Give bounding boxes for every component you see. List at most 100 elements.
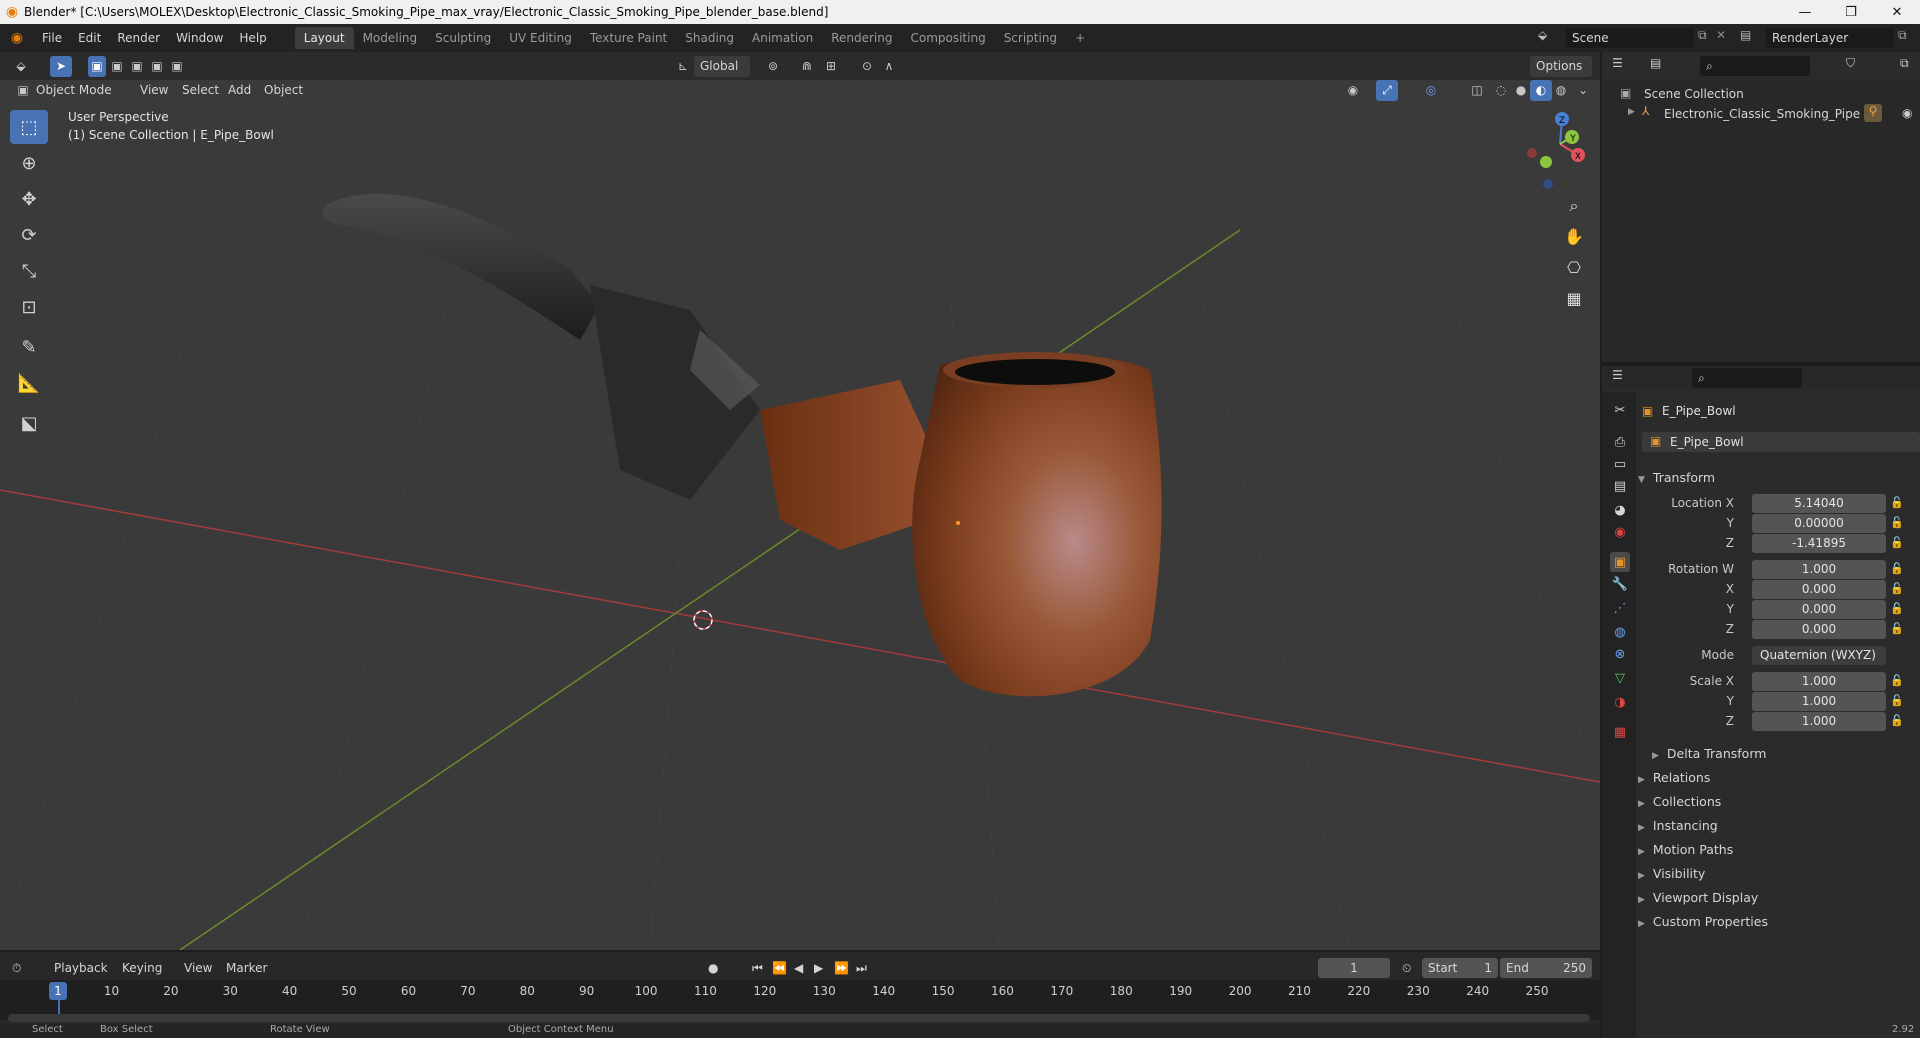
play-icon[interactable]: ▶ bbox=[814, 958, 823, 978]
select-mode-new-icon[interactable]: ▣ bbox=[88, 56, 106, 77]
workspace-tab-scripting[interactable]: Scripting bbox=[995, 27, 1066, 49]
menu-object[interactable]: Object bbox=[258, 80, 309, 101]
visibility-eye-icon[interactable]: ◉ bbox=[1902, 106, 1912, 120]
select-mode-intersect-icon[interactable]: ▣ bbox=[168, 56, 186, 77]
workspace-tab-compositing[interactable]: Compositing bbox=[901, 27, 994, 49]
location-y-field[interactable]: 0.00000 bbox=[1752, 514, 1886, 533]
collections-panel-header[interactable]: ▶ Collections bbox=[1638, 794, 1721, 809]
menu-playback[interactable]: Playback bbox=[54, 958, 108, 978]
custom-properties-panel-header[interactable]: ▶ Custom Properties bbox=[1638, 914, 1768, 929]
outliner-search-input[interactable]: ⌕ bbox=[1700, 56, 1810, 76]
start-frame-field[interactable]: Start 1 bbox=[1422, 958, 1498, 978]
menu-marker[interactable]: Marker bbox=[226, 958, 267, 978]
lock-icon[interactable]: 🔓 bbox=[1890, 496, 1904, 509]
scene-collection-label[interactable]: Scene Collection bbox=[1644, 87, 1744, 101]
jump-keyframe-forward-icon[interactable]: ⏩ bbox=[834, 958, 849, 978]
3d-viewport[interactable]: X Y Z User Perspective (1) Scene Collect… bbox=[0, 80, 1600, 950]
menu-edit[interactable]: Edit bbox=[70, 27, 109, 49]
snap-icon[interactable]: ⋒ bbox=[796, 56, 818, 77]
zoom-icon[interactable]: ⌕ bbox=[1561, 193, 1587, 219]
select-mode-extend-icon[interactable]: ▣ bbox=[108, 56, 126, 77]
select-mode-subtract-icon[interactable]: ▣ bbox=[128, 56, 146, 77]
render-tab-icon[interactable]: ⎙ bbox=[1610, 432, 1630, 452]
jump-start-icon[interactable]: ⏮ bbox=[752, 958, 763, 978]
viewport-display-panel-header[interactable]: ▶ Viewport Display bbox=[1638, 890, 1758, 905]
xray-toggle-icon[interactable]: ◫ bbox=[1466, 80, 1488, 101]
proportional-falloff-icon[interactable]: ∧ bbox=[878, 56, 900, 77]
lock-icon[interactable]: 🔓 bbox=[1890, 694, 1904, 707]
menu-window[interactable]: Window bbox=[168, 27, 231, 49]
menu-timeline-view[interactable]: View bbox=[184, 958, 212, 978]
transform-panel-header[interactable]: ▼ Transform bbox=[1638, 470, 1715, 485]
lock-icon[interactable]: 🔓 bbox=[1890, 536, 1904, 549]
overlays-toggle-icon[interactable]: ◎ bbox=[1420, 80, 1442, 101]
lock-icon[interactable]: 🔓 bbox=[1890, 622, 1904, 635]
scale-z-field[interactable]: 1.000 bbox=[1752, 712, 1886, 731]
workspace-tab-uv-editing[interactable]: UV Editing bbox=[500, 27, 581, 49]
menu-help[interactable]: Help bbox=[231, 27, 274, 49]
annotate-tool-icon[interactable]: ✎ bbox=[10, 330, 48, 364]
shading-options-icon[interactable]: ⌄ bbox=[1572, 80, 1594, 101]
scene-selector[interactable]: Scene bbox=[1566, 28, 1694, 48]
workspace-tab-animation[interactable]: Animation bbox=[743, 27, 822, 49]
jump-end-icon[interactable]: ⏭ bbox=[856, 958, 867, 978]
lock-icon[interactable]: 🔓 bbox=[1890, 582, 1904, 595]
snap-target-icon[interactable]: ⊞ bbox=[820, 56, 842, 77]
transform-orientation-dropdown[interactable]: Global bbox=[694, 56, 750, 77]
new-collection-icon[interactable]: ⧉ bbox=[1900, 56, 1909, 71]
object-mode-dropdown[interactable]: Object Mode bbox=[30, 80, 122, 101]
transform-tool-icon[interactable]: ⊡ bbox=[10, 290, 48, 324]
rotation-z-field[interactable]: 0.000 bbox=[1752, 620, 1886, 639]
display-mode-icon[interactable]: ▤ bbox=[1650, 56, 1661, 70]
delta-transform-panel-header[interactable]: ▶ Delta Transform bbox=[1652, 746, 1766, 761]
blender-menu-icon[interactable]: ◉ bbox=[0, 30, 34, 46]
cursor-tool-icon[interactable]: ⊕ bbox=[10, 146, 48, 180]
tool-tab-icon[interactable]: ✂ bbox=[1610, 400, 1630, 420]
solid-shading-icon[interactable]: ● bbox=[1510, 80, 1532, 101]
output-tab-icon[interactable]: ▭ bbox=[1610, 454, 1630, 474]
menu-add[interactable]: Add bbox=[222, 80, 257, 101]
lock-icon[interactable]: 🔓 bbox=[1890, 714, 1904, 727]
view-layer-tab-icon[interactable]: ▤ bbox=[1610, 476, 1630, 496]
scale-y-field[interactable]: 1.000 bbox=[1752, 692, 1886, 711]
location-x-field[interactable]: 5.14040 bbox=[1752, 494, 1886, 513]
navigation-gizmo[interactable]: X Y Z bbox=[1527, 112, 1585, 189]
instancing-panel-header[interactable]: ▶ Instancing bbox=[1638, 818, 1718, 833]
rotation-mode-dropdown[interactable]: Quaternion (WXYZ) bbox=[1752, 646, 1886, 665]
select-tool-icon[interactable]: ➤ bbox=[50, 56, 72, 77]
current-frame-field[interactable]: 1 bbox=[1318, 958, 1390, 978]
timeline-scrollbar[interactable] bbox=[8, 1014, 1590, 1022]
pivot-point-icon[interactable]: ⊚ bbox=[762, 56, 784, 77]
outliner-editor-type-icon[interactable]: ☰ bbox=[1612, 56, 1623, 70]
timeline-editor-type-icon[interactable]: ⏱ bbox=[12, 958, 21, 978]
render-layer-selector[interactable]: RenderLayer bbox=[1766, 28, 1894, 48]
scale-x-field[interactable]: 1.000 bbox=[1752, 672, 1886, 691]
workspace-tab-modeling[interactable]: Modeling bbox=[354, 27, 427, 49]
properties-search-input[interactable]: ⌕ bbox=[1692, 368, 1802, 388]
lock-icon[interactable]: 🔓 bbox=[1890, 516, 1904, 529]
material-preview-icon[interactable]: ◐ bbox=[1530, 80, 1552, 101]
visibility-filter-icon[interactable]: ◉ bbox=[1342, 80, 1364, 101]
pan-hand-icon[interactable]: ✋ bbox=[1561, 223, 1587, 249]
workspace-tab-sculpting[interactable]: Sculpting bbox=[426, 27, 500, 49]
add-workspace-button[interactable]: + bbox=[1066, 27, 1094, 49]
editor-type-icon[interactable]: ⬙ bbox=[10, 56, 32, 77]
select-box-tool-icon[interactable]: ⬚ bbox=[10, 110, 48, 144]
lock-icon[interactable]: 🔓 bbox=[1890, 602, 1904, 615]
delete-scene-icon[interactable]: ✕ bbox=[1716, 28, 1726, 42]
move-tool-icon[interactable]: ✥ bbox=[10, 182, 48, 216]
gizmo-toggle-icon[interactable]: ⤢ bbox=[1376, 80, 1398, 101]
workspace-tab-rendering[interactable]: Rendering bbox=[822, 27, 901, 49]
outliner-item-pipe[interactable]: Electronic_Classic_Smoking_Pipe bbox=[1664, 107, 1860, 121]
rendered-shading-icon[interactable]: ◍ bbox=[1550, 80, 1572, 101]
rotate-tool-icon[interactable]: ⟳ bbox=[10, 218, 48, 252]
object-name-field[interactable]: ▣ E_Pipe_Bowl bbox=[1642, 432, 1920, 452]
menu-keying[interactable]: Keying bbox=[122, 958, 162, 978]
orthographic-grid-icon[interactable]: ▦ bbox=[1561, 285, 1587, 311]
visibility-panel-header[interactable]: ▶ Visibility bbox=[1638, 866, 1705, 881]
rotation-w-field[interactable]: 1.000 bbox=[1752, 560, 1886, 579]
select-mode-invert-icon[interactable]: ▣ bbox=[148, 56, 166, 77]
properties-editor-type-icon[interactable]: ☰ bbox=[1612, 368, 1623, 382]
rotation-x-field[interactable]: 0.000 bbox=[1752, 580, 1886, 599]
measure-tool-icon[interactable]: 📐 bbox=[10, 366, 48, 400]
